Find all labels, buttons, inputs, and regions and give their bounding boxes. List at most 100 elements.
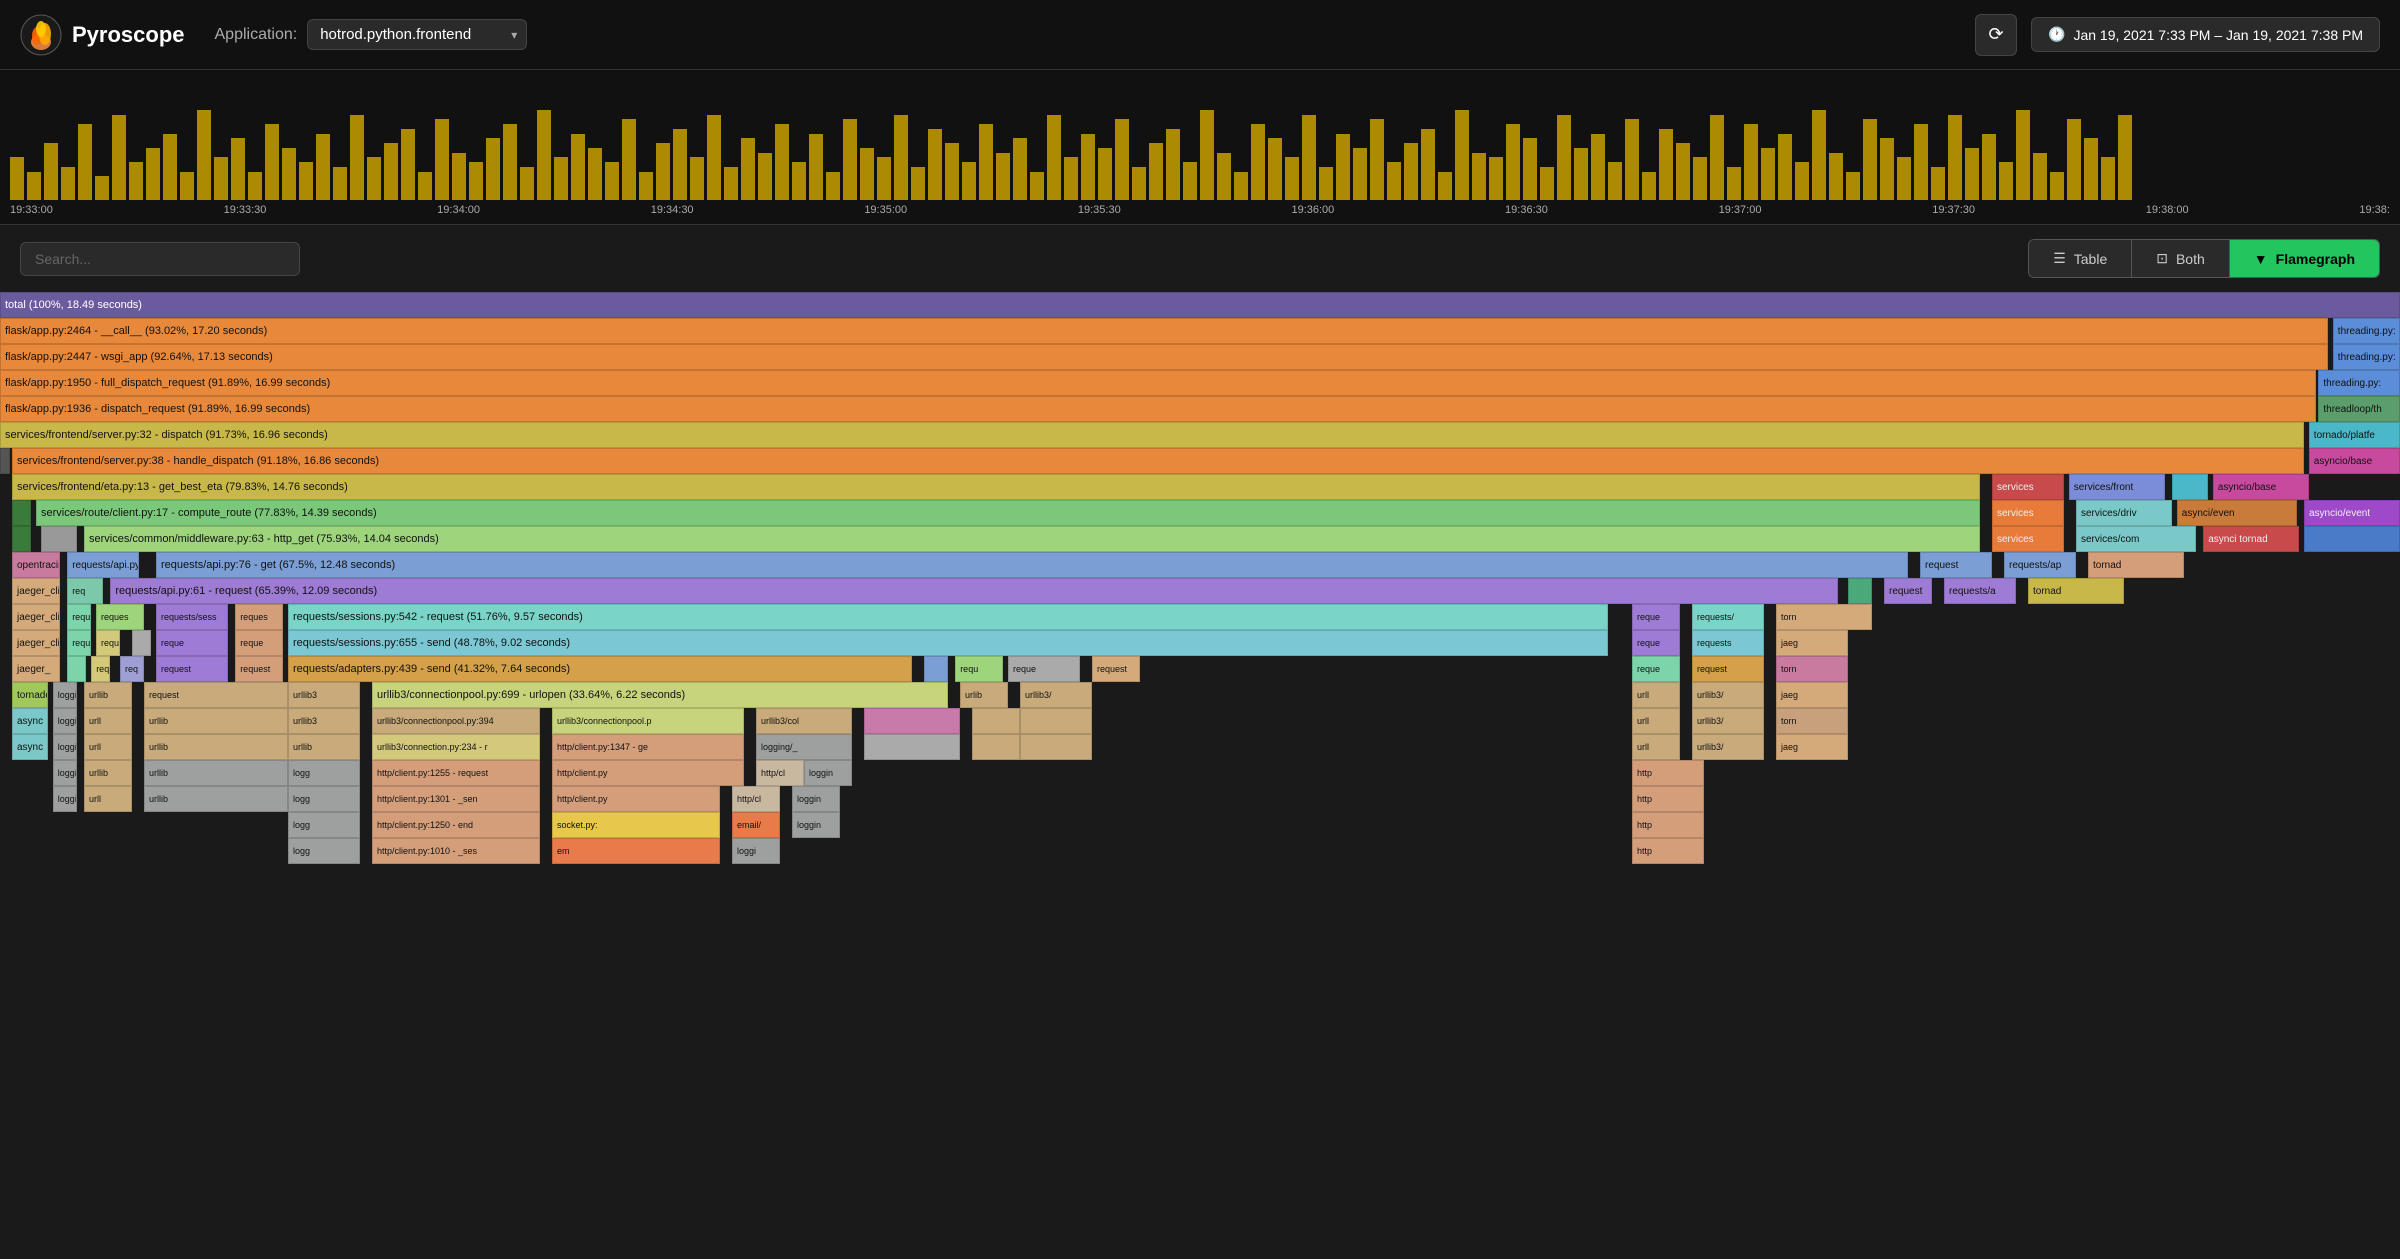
flame-block-right-1[interactable]: threading.py: bbox=[2333, 318, 2400, 344]
both-view-button[interactable]: ⊡ Both bbox=[2132, 240, 2230, 277]
flame-block[interactable]: total (100%, 18.49 seconds) bbox=[0, 292, 2400, 318]
flame-block-r18b[interactable]: urllib bbox=[84, 760, 132, 786]
flame-block-r17n[interactable]: jaeg bbox=[1776, 734, 1848, 760]
flame-block-r14d[interactable]: req bbox=[120, 656, 144, 682]
flame-block-r8f[interactable]: asyncio/event bbox=[2304, 500, 2400, 526]
flame-block-r18i[interactable]: http bbox=[1632, 760, 1704, 786]
flame-block-r20f[interactable]: http bbox=[1632, 812, 1704, 838]
flame-block-r11e[interactable]: request bbox=[1884, 578, 1932, 604]
flame-block-r20c[interactable]: socket.py: bbox=[552, 812, 720, 838]
flame-block-right-5[interactable]: tornado/platfe bbox=[2309, 422, 2400, 448]
flame-block-r16b[interactable]: loggin bbox=[53, 708, 77, 734]
flame-block-r9a[interactable] bbox=[12, 526, 31, 552]
flame-block-r19e[interactable]: http/client.py:1301 - _sen bbox=[372, 786, 540, 812]
app-selector-wrapper[interactable]: hotrod.python.frontend bbox=[307, 19, 527, 50]
flame-row-1[interactable]: flask/app.py:2464 - __call__ (93.02%, 17… bbox=[0, 318, 2400, 344]
flame-block-r13d[interactable] bbox=[132, 630, 151, 656]
flame-row-7[interactable]: services/frontend/eta.py:13 - get_best_e… bbox=[0, 474, 2400, 500]
flame-block-r9b[interactable] bbox=[41, 526, 77, 552]
flame-block-r20d[interactable]: email/ bbox=[732, 812, 780, 838]
flame-row-6[interactable]: services/frontend/server.py:38 - handle_… bbox=[0, 448, 2400, 474]
flame-block-r15e[interactable]: urllib3 bbox=[288, 682, 360, 708]
flame-row-18[interactable]: loggin urllib urllib logg http/client.py… bbox=[0, 760, 2400, 786]
flame-block-r14h[interactable] bbox=[924, 656, 948, 682]
flame-block-r13h[interactable]: reque bbox=[1632, 630, 1680, 656]
flame-block[interactable]: flask/app.py:1936 - dispatch_request (91… bbox=[0, 396, 2316, 422]
flame-block-r13c[interactable]: request bbox=[96, 630, 120, 656]
flame-block-r10b[interactable]: requests/api.py:76 - get (67.5%, 12.48 s… bbox=[67, 552, 139, 578]
flame-block[interactable]: services/frontend/server.py:32 - dispatc… bbox=[0, 422, 2304, 448]
flame-block-r15g[interactable]: urlib bbox=[960, 682, 1008, 708]
flame-block-r15c[interactable]: urllib bbox=[84, 682, 132, 708]
flame-block-r13a[interactable]: jaeger_client/re bbox=[12, 630, 60, 656]
flame-row-21[interactable]: logg http/client.py:1010 - _ses em loggi… bbox=[0, 838, 2400, 864]
flame-block-r8e[interactable]: asynci/even bbox=[2177, 500, 2297, 526]
flame-block-r8c[interactable]: services bbox=[1992, 500, 2064, 526]
flame-block[interactable]: flask/app.py:2447 - wsgi_app (92.64%, 17… bbox=[0, 344, 2328, 370]
flame-block-r16c[interactable]: urll bbox=[84, 708, 132, 734]
flame-block-r11g[interactable]: tornad bbox=[2028, 578, 2124, 604]
flame-block-r10a[interactable]: opentracing/spa bbox=[12, 552, 60, 578]
flame-row-2[interactable]: flask/app.py:2447 - wsgi_app (92.64%, 17… bbox=[0, 344, 2400, 370]
flame-block-r17d[interactable]: urllib bbox=[144, 734, 288, 760]
flame-block-r8d[interactable]: services/driv bbox=[2076, 500, 2172, 526]
flame-row-5[interactable]: services/frontend/server.py:32 - dispatc… bbox=[0, 422, 2400, 448]
search-input[interactable] bbox=[20, 242, 300, 276]
flame-block-r17e[interactable]: urllib bbox=[288, 734, 360, 760]
flame-block-r9d[interactable]: services bbox=[1992, 526, 2064, 552]
flame-block-r13b[interactable]: requ bbox=[67, 630, 91, 656]
flame-block-r16d[interactable]: urllib bbox=[144, 708, 288, 734]
flame-block-r16f[interactable]: urllib3/connectionpool.py:394 bbox=[372, 708, 540, 734]
flame-block-r10f[interactable]: tornad bbox=[2088, 552, 2184, 578]
flame-block-r18a[interactable]: loggin bbox=[53, 760, 77, 786]
flame-block-r10d[interactable]: request bbox=[1920, 552, 1992, 578]
flame-block-r12h[interactable]: requests/ bbox=[1692, 604, 1764, 630]
flame-block-r16a[interactable]: async bbox=[12, 708, 48, 734]
flame-block-r13j[interactable]: jaeg bbox=[1776, 630, 1848, 656]
flame-block-r11f[interactable]: requests/a bbox=[1944, 578, 2016, 604]
flame-block-r15a[interactable]: tornado bbox=[12, 682, 48, 708]
flame-block-r13e[interactable]: reque bbox=[156, 630, 228, 656]
flame-row-16[interactable]: async loggin urll urllib urllib3 urllib3… bbox=[0, 708, 2400, 734]
flame-block-r16j[interactable] bbox=[972, 708, 1020, 734]
flame-block-r12c[interactable]: reques bbox=[96, 604, 144, 630]
flame-block-r13i[interactable]: requests bbox=[1692, 630, 1764, 656]
flame-row-20[interactable]: logg http/client.py:1250 - end socket.py… bbox=[0, 812, 2400, 838]
flame-block-r14a[interactable]: jaeger_ bbox=[12, 656, 60, 682]
flame-block-r11d[interactable] bbox=[1848, 578, 1872, 604]
flame-block-r15i[interactable]: urll bbox=[1632, 682, 1680, 708]
flame-block-r14m[interactable]: request bbox=[1692, 656, 1764, 682]
flame-row-8[interactable]: services/route/client.py:17 - compute_ro… bbox=[0, 500, 2400, 526]
flame-block-r16l[interactable]: urll bbox=[1632, 708, 1680, 734]
flame-block-r14f[interactable]: request bbox=[235, 656, 283, 682]
flame-row-11[interactable]: jaeger_client/sp req requests/api.py:61 … bbox=[0, 578, 2400, 604]
flame-block-r12a[interactable]: jaeger_client/tra bbox=[12, 604, 60, 630]
flame-block[interactable]: services/frontend/server.py:38 - handle_… bbox=[12, 448, 2304, 474]
flame-block-r21a[interactable]: logg bbox=[288, 838, 360, 864]
flame-block-r12i[interactable]: torn bbox=[1776, 604, 1872, 630]
flame-block-r16n[interactable]: torn bbox=[1776, 708, 1848, 734]
flame-block-r19h[interactable]: loggin bbox=[792, 786, 840, 812]
flame-block-r14i[interactable]: requ bbox=[955, 656, 1003, 682]
flame-block-r18f[interactable]: http/client.py bbox=[552, 760, 744, 786]
flame-block-r14e[interactable]: request bbox=[156, 656, 228, 682]
flame-block-r12e[interactable]: reques bbox=[235, 604, 283, 630]
flame-block-r9e[interactable]: services/com bbox=[2076, 526, 2196, 552]
flame-block-r20b[interactable]: http/client.py:1250 - end bbox=[372, 812, 540, 838]
flame-block-r12d[interactable]: requests/sess bbox=[156, 604, 228, 630]
flame-block-r11a[interactable]: jaeger_client/sp bbox=[12, 578, 60, 604]
flame-row-3[interactable]: flask/app.py:1950 - full_dispatch_reques… bbox=[0, 370, 2400, 396]
flame-block-r17m[interactable]: urllib3/ bbox=[1692, 734, 1764, 760]
flame-block-r18d[interactable]: logg bbox=[288, 760, 360, 786]
app-selector[interactable]: hotrod.python.frontend bbox=[307, 19, 527, 50]
flame-block-r15b[interactable]: logging bbox=[53, 682, 77, 708]
flame-block-r17g[interactable]: http/client.py:1347 - ge bbox=[552, 734, 744, 760]
flame-block-r15f[interactable]: urllib3/connectionpool.py:699 - urlopen … bbox=[372, 682, 948, 708]
flame-block-r18c[interactable]: urllib bbox=[144, 760, 288, 786]
flame-block-r12f[interactable]: requests/sessions.py:542 - request (51.7… bbox=[288, 604, 1608, 630]
flame-block-r14c[interactable]: req bbox=[91, 656, 110, 682]
flame-block-r21e[interactable]: http bbox=[1632, 838, 1704, 864]
flame-block-r21b[interactable]: http/client.py:1010 - _ses bbox=[372, 838, 540, 864]
flame-block-r11c[interactable]: requests/api.py:61 - request (65.39%, 12… bbox=[110, 578, 1838, 604]
flame-row-15[interactable]: tornado logging urllib request urllib3 u… bbox=[0, 682, 2400, 708]
